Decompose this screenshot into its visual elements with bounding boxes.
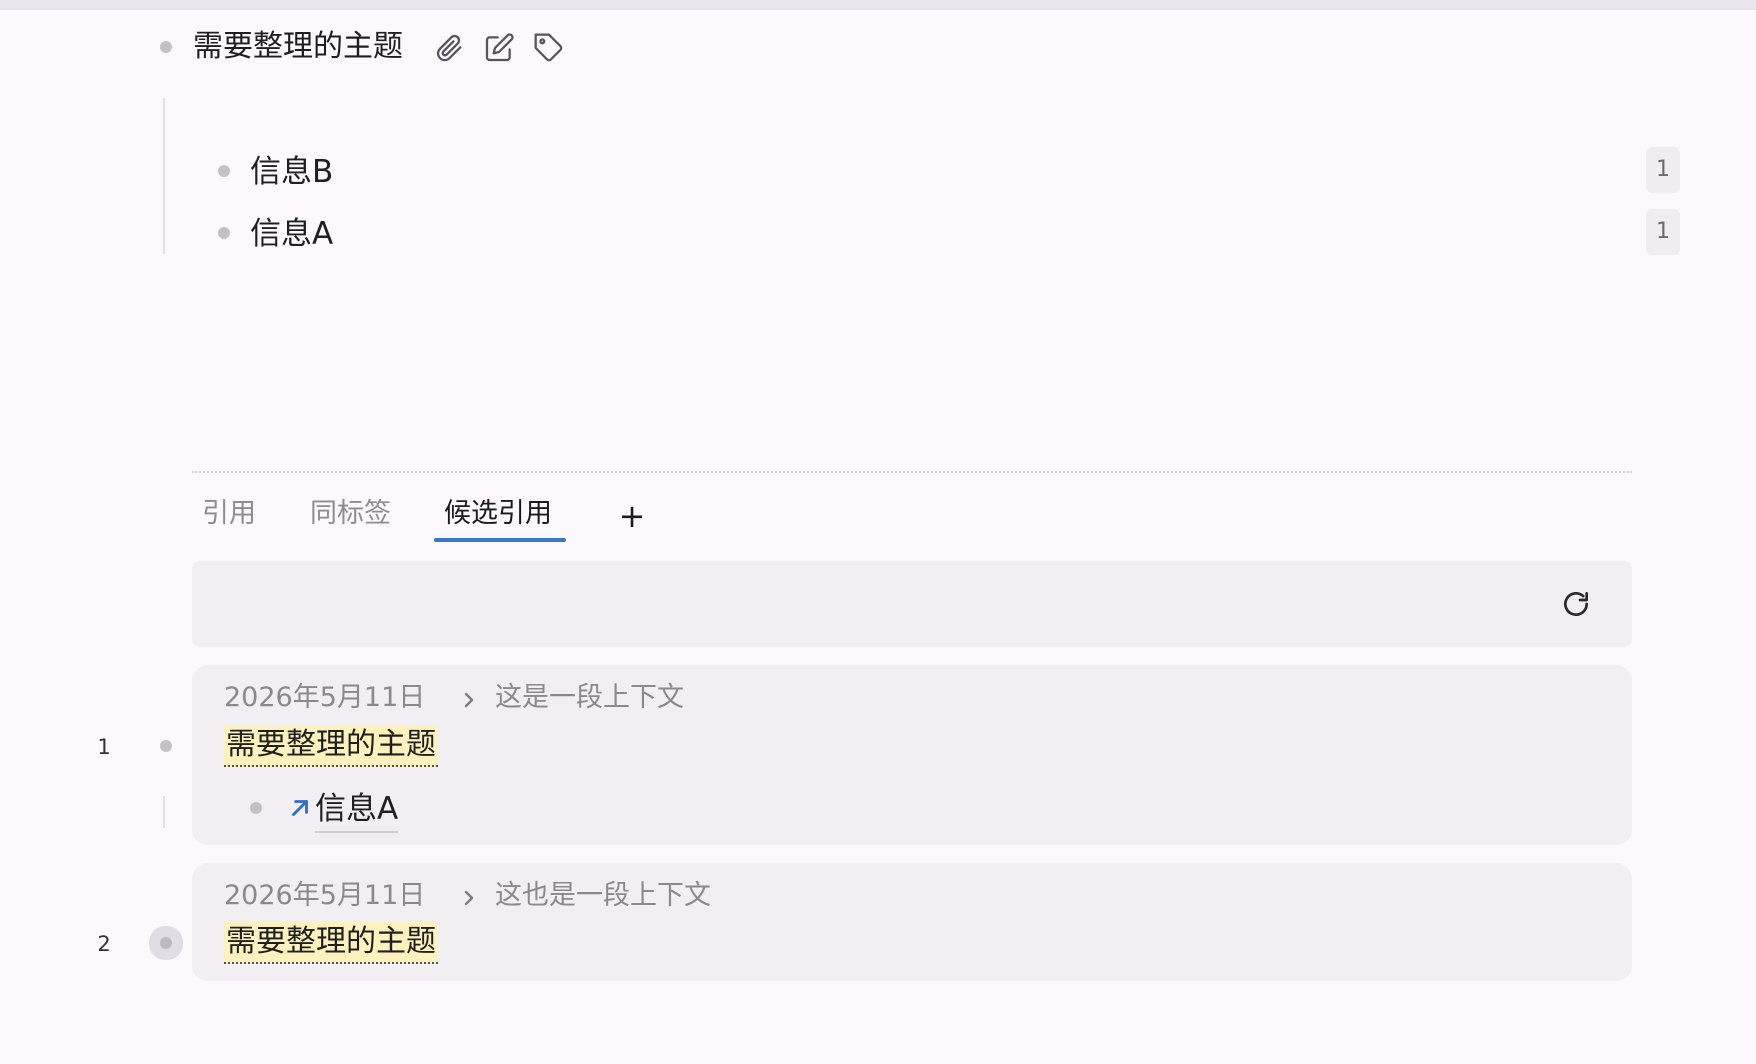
section-divider [192, 471, 1632, 473]
result-indent-guide [163, 796, 165, 828]
result-context[interactable]: 这是一段上下文 [495, 678, 684, 718]
add-tab-button[interactable]: + [616, 496, 648, 536]
child-block-label[interactable]: 信息A [250, 212, 333, 256]
tag-icon[interactable] [533, 32, 565, 64]
refresh-icon[interactable] [1560, 588, 1592, 620]
referenced-block-link[interactable]: 信息A [315, 787, 399, 833]
child-bullet[interactable] [218, 227, 230, 239]
paperclip-icon[interactable] [433, 32, 465, 64]
result-context[interactable]: 这也是一段上下文 [495, 876, 711, 916]
child-block-label[interactable]: 信息B [250, 150, 333, 194]
result-bullet[interactable] [160, 740, 172, 752]
result-index: 2 [97, 932, 111, 956]
chevron-right-icon [459, 884, 479, 912]
root-block-title[interactable]: 需要整理的主题 [193, 25, 403, 69]
candidate-toolbar [192, 561, 1632, 647]
child-bullet[interactable] [218, 165, 230, 177]
reference-count-badge[interactable]: 1 [1646, 209, 1680, 255]
highlighted-match[interactable]: 需要整理的主题 [224, 922, 438, 964]
result-child-bullet[interactable] [250, 802, 262, 814]
result-bullet-focused[interactable] [160, 937, 172, 949]
result-date[interactable]: 2026年5月11日 [224, 678, 425, 718]
result-date[interactable]: 2026年5月11日 [224, 876, 425, 916]
chevron-right-icon [459, 686, 479, 714]
active-tab-indicator [434, 538, 566, 542]
tab-candidate-references[interactable]: 候选引用 [444, 492, 552, 536]
root-bullet[interactable] [160, 41, 172, 53]
reference-count-badge[interactable]: 1 [1646, 147, 1680, 193]
result-index: 1 [97, 735, 111, 759]
window-top-strip [0, 0, 1756, 10]
highlighted-match[interactable]: 需要整理的主题 [224, 725, 438, 767]
children-indent-guide [163, 98, 165, 254]
edit-icon[interactable] [483, 32, 515, 64]
reference-arrow-icon[interactable] [287, 795, 313, 821]
tab-same-tag[interactable]: 同标签 [310, 492, 391, 536]
tab-references[interactable]: 引用 [202, 492, 256, 536]
